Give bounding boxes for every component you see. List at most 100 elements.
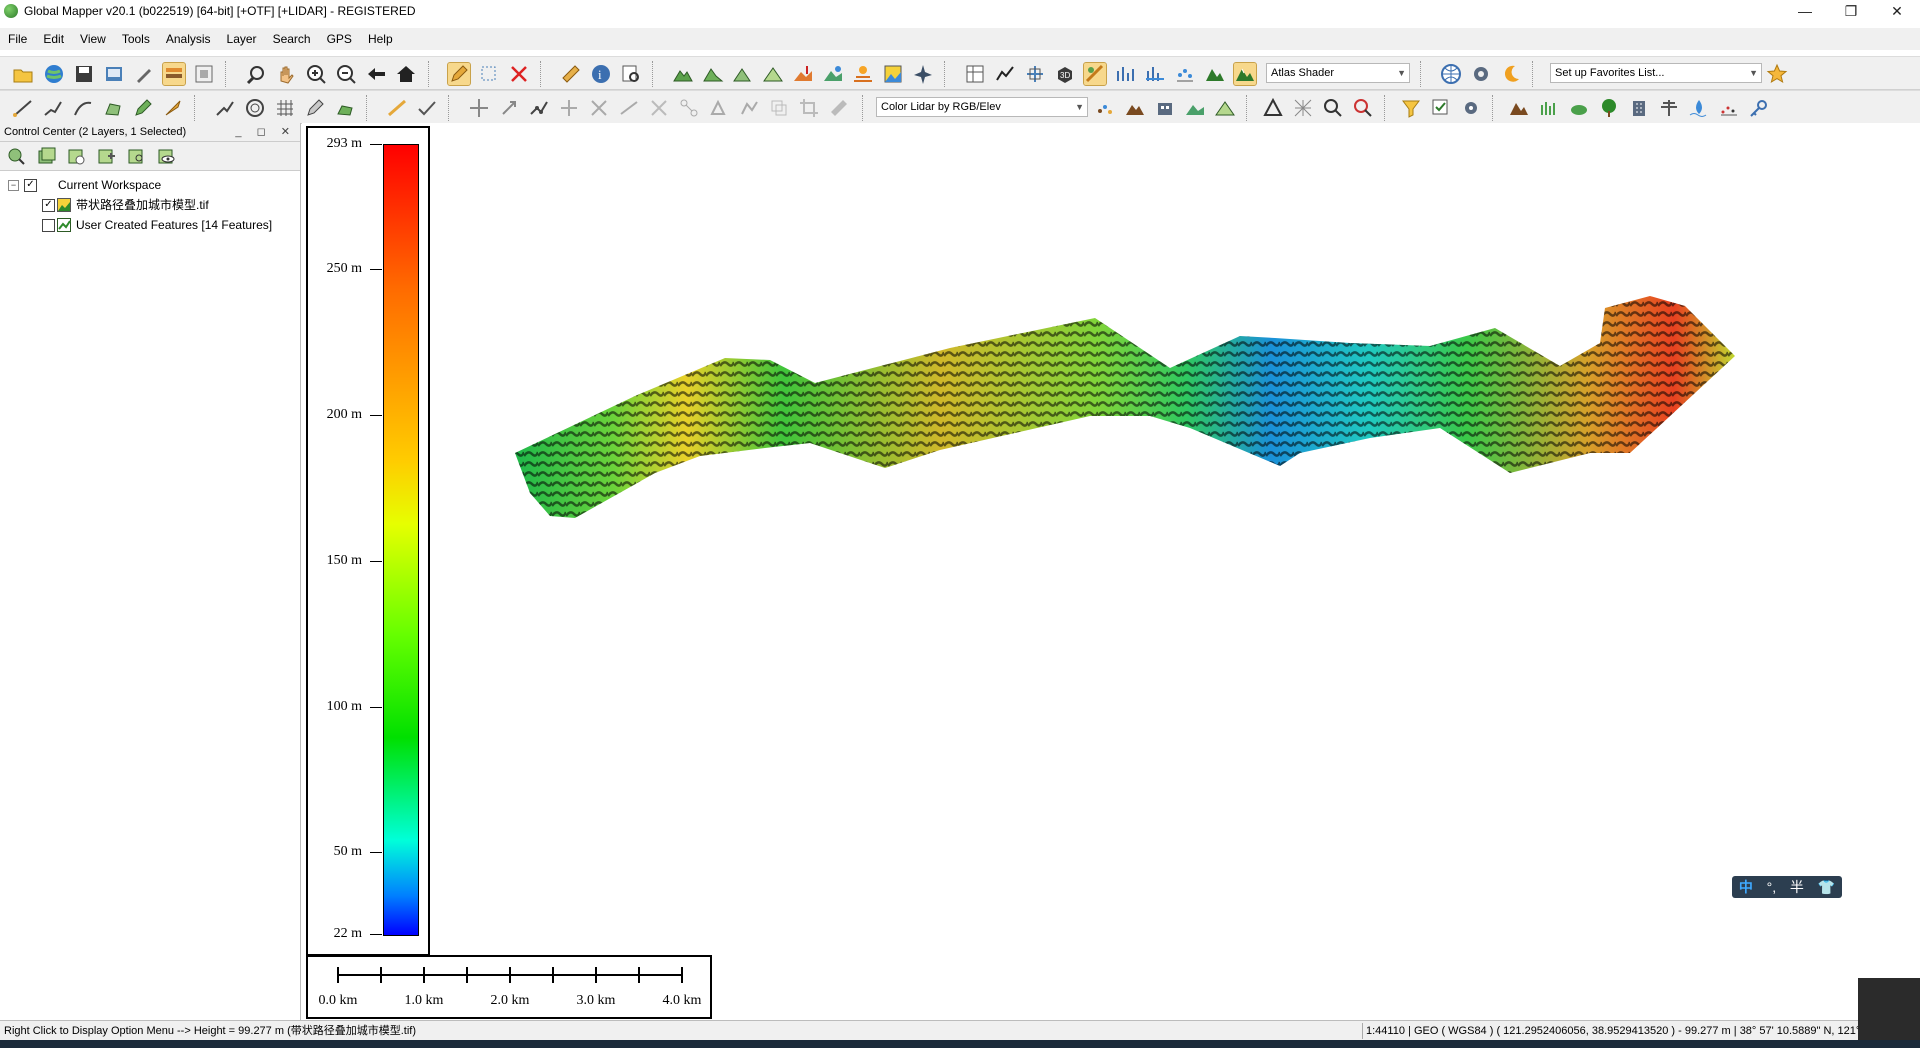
water-icon[interactable] bbox=[1688, 97, 1710, 119]
menu-file[interactable]: File bbox=[0, 32, 35, 46]
elevation-raster-image[interactable] bbox=[510, 288, 1740, 528]
export-icon[interactable] bbox=[103, 63, 125, 85]
powerline-icon[interactable] bbox=[1658, 97, 1680, 119]
ime-skin-icon[interactable]: 👕 bbox=[1818, 879, 1835, 896]
split-icon[interactable] bbox=[588, 97, 610, 119]
draw-brush-icon[interactable] bbox=[162, 97, 184, 119]
ime-language-toggle[interactable]: 中 bbox=[1739, 877, 1753, 897]
move-vertex-icon[interactable] bbox=[468, 97, 490, 119]
control-center-window-buttons[interactable]: _ ◻ ✕ bbox=[235, 123, 296, 141]
layer-visibility-eye-icon[interactable] bbox=[156, 146, 176, 166]
digitizer-pencil-icon[interactable] bbox=[447, 62, 471, 86]
tree-collapse-icon[interactable]: − bbox=[8, 180, 19, 191]
lidar-color-select[interactable]: Color Lidar by RGB/Elev ▼ bbox=[876, 97, 1088, 117]
key-icon[interactable] bbox=[1748, 97, 1770, 119]
open-folder-icon[interactable] bbox=[12, 63, 34, 85]
view-shed-icon[interactable] bbox=[702, 63, 724, 85]
range-ring-icon[interactable] bbox=[244, 97, 266, 119]
pan-hand-icon[interactable] bbox=[275, 63, 297, 85]
draw-area-icon[interactable] bbox=[102, 97, 124, 119]
tree-row-layer[interactable]: User Created Features [14 Features] bbox=[0, 215, 300, 235]
node-edit-icon[interactable] bbox=[528, 97, 550, 119]
lidar-thin-icon[interactable] bbox=[1214, 97, 1236, 119]
workspace-checkbox[interactable]: ✓ bbox=[24, 179, 37, 192]
copy-feature-icon[interactable] bbox=[768, 97, 790, 119]
building-icon[interactable] bbox=[1628, 97, 1650, 119]
crop-icon[interactable] bbox=[798, 97, 820, 119]
close-button[interactable]: ✕ bbox=[1874, 0, 1920, 22]
gear-icon[interactable] bbox=[1470, 63, 1492, 85]
layer-checkbox[interactable]: ✓ bbox=[42, 199, 55, 212]
layer-options-icon[interactable] bbox=[96, 146, 116, 166]
terrain-profile-icon[interactable] bbox=[672, 63, 694, 85]
menu-tools[interactable]: Tools bbox=[114, 32, 158, 46]
wrench-icon[interactable] bbox=[133, 63, 155, 85]
check-tool-icon[interactable] bbox=[416, 97, 438, 119]
tree-icon[interactable] bbox=[1598, 97, 1620, 119]
layer-search-icon[interactable] bbox=[126, 146, 146, 166]
sun-terrain-icon[interactable] bbox=[852, 63, 874, 85]
connect-icon[interactable] bbox=[678, 97, 700, 119]
menu-edit[interactable]: Edit bbox=[35, 32, 72, 46]
ruler-line-icon[interactable] bbox=[828, 97, 850, 119]
reshape-icon[interactable] bbox=[738, 97, 760, 119]
globe-icon[interactable] bbox=[43, 63, 65, 85]
zoom-in-icon[interactable] bbox=[305, 63, 327, 85]
overview-icon[interactable] bbox=[193, 63, 215, 85]
menu-search[interactable]: Search bbox=[265, 32, 319, 46]
menu-help[interactable]: Help bbox=[360, 32, 401, 46]
lidar-filter-icon[interactable] bbox=[1184, 97, 1206, 119]
zoom-to-layer-icon[interactable] bbox=[6, 146, 26, 166]
remove-layer-icon[interactable] bbox=[66, 146, 86, 166]
zoom-out-icon[interactable] bbox=[335, 63, 357, 85]
line-tool-icon[interactable] bbox=[386, 97, 408, 119]
menu-view[interactable]: View bbox=[72, 32, 114, 46]
ime-width-toggle[interactable]: 半 bbox=[1790, 877, 1804, 897]
draw-polyline-icon[interactable] bbox=[42, 97, 64, 119]
back-arrow-icon[interactable] bbox=[365, 63, 387, 85]
maximize-button[interactable]: ❐ bbox=[1828, 0, 1874, 22]
contour-icon[interactable] bbox=[732, 63, 754, 85]
search-lidar-icon[interactable] bbox=[1352, 97, 1374, 119]
grid-create-icon[interactable] bbox=[274, 97, 296, 119]
grass-icon[interactable] bbox=[1538, 97, 1560, 119]
tree-row-workspace[interactable]: − ✓ Current Workspace bbox=[0, 175, 300, 195]
layers-icon[interactable] bbox=[162, 62, 186, 86]
move-cross-icon[interactable] bbox=[558, 97, 580, 119]
moon-icon[interactable] bbox=[1500, 63, 1522, 85]
shader-select[interactable]: Atlas Shader ▼ bbox=[1266, 63, 1410, 83]
menu-layer[interactable]: Layer bbox=[219, 32, 265, 46]
ime-punctuation-toggle[interactable]: °, bbox=[1767, 879, 1777, 895]
map-view[interactable] bbox=[302, 123, 1920, 1020]
mountain-shade-icon[interactable] bbox=[1204, 63, 1226, 85]
online-globe-icon[interactable] bbox=[1440, 63, 1462, 85]
save-icon[interactable] bbox=[73, 63, 95, 85]
feature-edit-icon[interactable] bbox=[304, 97, 326, 119]
cross-section-icon[interactable] bbox=[1024, 63, 1046, 85]
rotate-feature-icon[interactable] bbox=[498, 97, 520, 119]
triangle-tin-icon[interactable] bbox=[1262, 97, 1284, 119]
measure-ruler-icon[interactable] bbox=[560, 63, 582, 85]
edit-check-icon[interactable] bbox=[1430, 97, 1452, 119]
area-brush-icon[interactable] bbox=[334, 97, 356, 119]
water-terrain-icon[interactable] bbox=[822, 63, 844, 85]
floating-widget[interactable] bbox=[1858, 978, 1920, 1040]
zoom-tool-icon[interactable] bbox=[245, 63, 267, 85]
bush-icon[interactable] bbox=[1568, 97, 1590, 119]
shading-toggle-icon[interactable] bbox=[1083, 62, 1107, 86]
ime-toolbar[interactable]: 中 °, 半 👕 bbox=[1732, 876, 1842, 898]
star-favorites-icon[interactable] bbox=[1766, 63, 1788, 85]
lidar-settings-icon[interactable] bbox=[1460, 97, 1482, 119]
raster-image-icon[interactable] bbox=[882, 63, 904, 85]
lidar-building-icon[interactable] bbox=[1154, 97, 1176, 119]
lidar-classify-icon[interactable] bbox=[1094, 97, 1116, 119]
cut-icon[interactable] bbox=[648, 97, 670, 119]
menu-analysis[interactable]: Analysis bbox=[158, 32, 219, 46]
lidar-points-icon[interactable] bbox=[1174, 63, 1196, 85]
3d-view-icon[interactable]: 3D bbox=[1054, 63, 1076, 85]
elevation-grid-icon[interactable] bbox=[1114, 63, 1136, 85]
path-profile-icon[interactable] bbox=[994, 63, 1016, 85]
info-icon[interactable]: i bbox=[590, 63, 612, 85]
watershed-icon[interactable] bbox=[762, 63, 784, 85]
atlas-shader-icon[interactable] bbox=[1233, 62, 1257, 86]
